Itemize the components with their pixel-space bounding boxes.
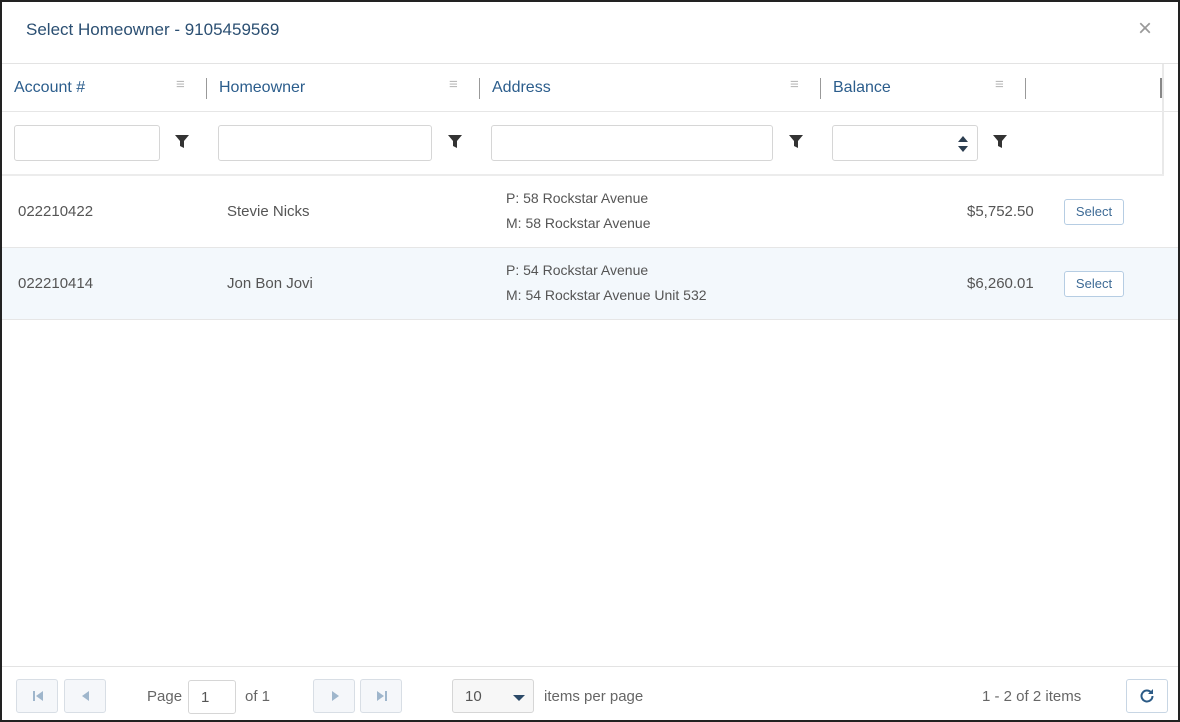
mailing-address-cell: M: 54 Rockstar Avenue Unit 532 xyxy=(506,287,707,303)
column-label-address: Address xyxy=(492,79,551,96)
balance-cell: $6,260.01 xyxy=(967,275,1034,292)
last-page-button[interactable] xyxy=(360,679,402,713)
page-size-value: 10 xyxy=(465,688,482,705)
previous-page-button[interactable] xyxy=(64,679,106,713)
mailing-address-cell: M: 58 Rockstar Avenue xyxy=(506,215,651,231)
refresh-button[interactable] xyxy=(1126,679,1168,713)
column-menu-icon[interactable]: ≡ xyxy=(790,77,804,93)
filter-row xyxy=(2,112,1164,176)
account-cell: 022210414 xyxy=(18,275,94,292)
page-label: Page xyxy=(147,688,183,705)
column-menu-icon[interactable]: ≡ xyxy=(176,77,190,93)
balance-filter-input[interactable] xyxy=(832,125,978,161)
column-label-account: Account # xyxy=(14,79,86,96)
balance-cell: $5,752.50 xyxy=(967,203,1034,220)
address-filter-input[interactable] xyxy=(491,125,773,161)
items-per-page-label: items per page xyxy=(544,688,644,705)
grid-header: Account # ≡ Homeowner ≡ Address ≡ Balanc… xyxy=(2,64,1178,112)
select-button[interactable]: Select xyxy=(1064,271,1124,297)
physical-address-cell: P: 54 Rockstar Avenue xyxy=(506,262,649,278)
page-count-label: of 1 xyxy=(245,688,271,705)
column-header-account[interactable]: Account # ≡ xyxy=(2,64,207,112)
column-label-balance: Balance xyxy=(833,79,891,96)
next-page-button[interactable] xyxy=(313,679,355,713)
filter-icon[interactable] xyxy=(448,134,464,152)
select-button[interactable]: Select xyxy=(1064,199,1124,225)
filter-icon[interactable] xyxy=(789,134,805,152)
next-page-icon xyxy=(332,691,339,701)
prev-page-icon xyxy=(82,691,89,701)
column-header-address[interactable]: Address ≡ xyxy=(480,64,821,112)
homeowner-cell: Jon Bon Jovi xyxy=(227,275,313,292)
dropdown-caret-icon xyxy=(513,695,525,701)
column-header-balance[interactable]: Balance ≡ xyxy=(821,64,1027,112)
page-size-select[interactable]: 10 xyxy=(452,679,534,713)
last-page-icon xyxy=(377,691,387,701)
column-header-homeowner[interactable]: Homeowner ≡ xyxy=(207,64,480,112)
grid-pager: Page 1 of 1 10 items per page 1 - 2 of 2… xyxy=(2,666,1178,722)
column-menu-icon[interactable]: ≡ xyxy=(995,77,1009,93)
table-row[interactable]: 022210422 Stevie Nicks P: 58 Rockstar Av… xyxy=(2,176,1178,248)
first-page-button[interactable] xyxy=(16,679,58,713)
filter-icon[interactable] xyxy=(175,134,191,152)
refresh-icon xyxy=(1140,689,1154,703)
dialog-title: Select Homeowner - 9105459569 xyxy=(26,20,280,39)
select-homeowner-dialog: Select Homeowner - 9105459569 × Account … xyxy=(0,0,1180,722)
first-page-icon xyxy=(33,691,43,701)
pager-summary: 1 - 2 of 2 items xyxy=(982,688,1082,705)
page-number-input[interactable]: 1 xyxy=(188,680,236,714)
account-filter-input[interactable] xyxy=(14,125,160,161)
spinner-icon[interactable] xyxy=(957,134,969,154)
homeowner-cell: Stevie Nicks xyxy=(227,203,310,220)
table-row[interactable]: 022210414 Jon Bon Jovi P: 54 Rockstar Av… xyxy=(2,248,1178,320)
column-label-homeowner: Homeowner xyxy=(219,79,306,96)
filter-icon[interactable] xyxy=(993,134,1009,152)
close-icon[interactable]: × xyxy=(1132,16,1158,42)
account-cell: 022210422 xyxy=(18,203,94,220)
dialog-titlebar: Select Homeowner - 9105459569 × xyxy=(2,2,1178,64)
homeowner-filter-input[interactable] xyxy=(218,125,432,161)
physical-address-cell: P: 58 Rockstar Avenue xyxy=(506,190,649,206)
column-menu-icon[interactable]: ≡ xyxy=(449,77,463,93)
column-resize-handle[interactable] xyxy=(1025,78,1026,99)
